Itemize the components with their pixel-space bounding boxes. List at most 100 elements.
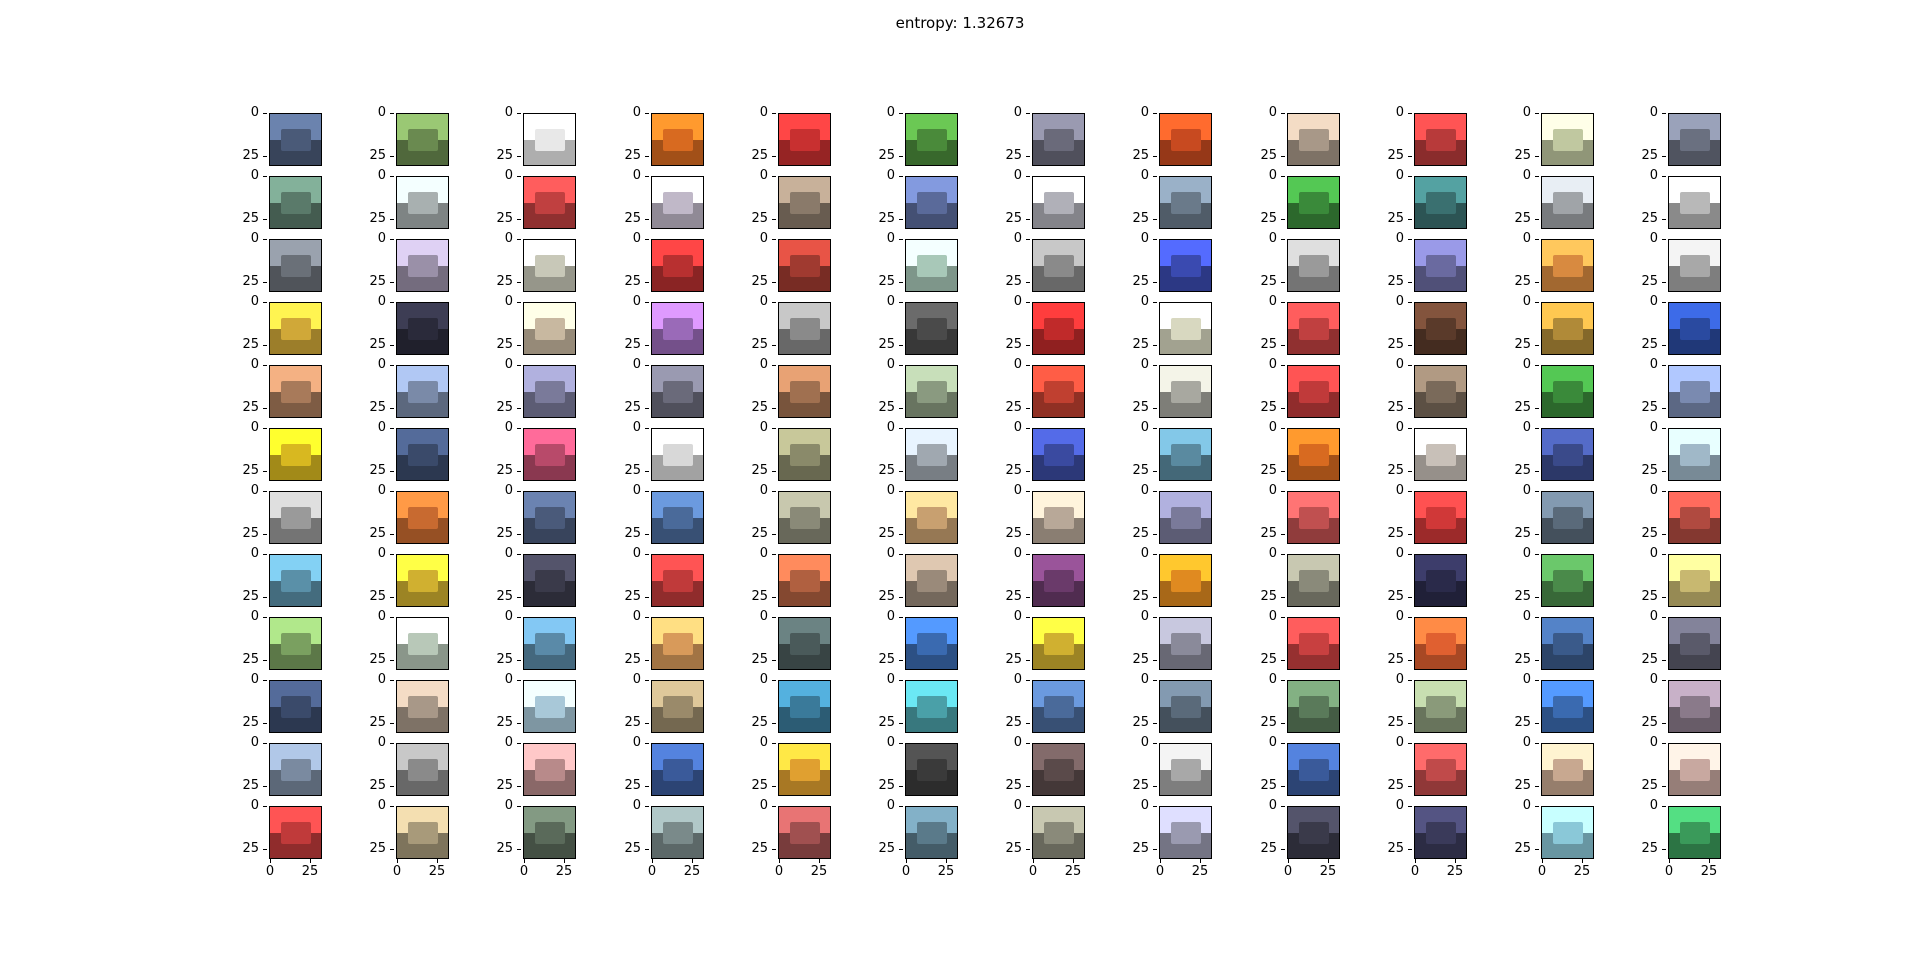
thumbnail-image bbox=[651, 176, 704, 229]
y-tick-label: 0 bbox=[1505, 168, 1539, 183]
thumbnail-grid: 0 25 0 25 0 25 0 25 0 25 0 25 0 25 0 25 0 25 0 25 0 25 0 25 0 25 0… bbox=[0, 0, 1920, 953]
y-tick-label: 25 bbox=[360, 778, 394, 793]
y-tick-label: 25 bbox=[1632, 652, 1666, 667]
image-subplot: 0 25 bbox=[496, 672, 576, 733]
thumbnail-image bbox=[1668, 239, 1721, 292]
y-tick-label: 25 bbox=[360, 337, 394, 352]
y-tick-label: 25 bbox=[487, 526, 521, 541]
thumbnail-image bbox=[1032, 365, 1085, 418]
image-subplot: 0 25 bbox=[1005, 420, 1085, 481]
image-subplot: 0 25 bbox=[1132, 231, 1212, 292]
thumbnail-image bbox=[1414, 302, 1467, 355]
y-tick-label: 0 bbox=[360, 231, 394, 246]
image-subplot: 0 25 bbox=[1260, 105, 1340, 166]
y-tick-label: 0 bbox=[742, 672, 776, 687]
y-tick-label: 0 bbox=[1632, 168, 1666, 183]
thumbnail-image bbox=[778, 491, 831, 544]
thumbnail-image bbox=[1541, 239, 1594, 292]
image-subplot: 0 25 bbox=[1387, 294, 1467, 355]
y-tick-label: 25 bbox=[1123, 211, 1157, 226]
image-subplot: 0 25 0 25 bbox=[624, 798, 704, 879]
y-tick-label: 0 bbox=[1123, 483, 1157, 498]
y-tick-label: 0 bbox=[742, 483, 776, 498]
y-tick-label: 0 bbox=[233, 735, 267, 750]
x-tick-mark bbox=[1542, 859, 1543, 863]
y-tick-label: 0 bbox=[1251, 105, 1285, 120]
thumbnail-image bbox=[1414, 365, 1467, 418]
thumbnail-image bbox=[1287, 680, 1340, 733]
image-subplot: 0 25 bbox=[1514, 672, 1594, 733]
thumbnail-image bbox=[1414, 617, 1467, 670]
image-subplot: 0 25 bbox=[369, 546, 449, 607]
y-tick-label: 25 bbox=[233, 589, 267, 604]
y-tick-label: 0 bbox=[233, 231, 267, 246]
image-subplot: 0 25 0 25 bbox=[1260, 798, 1340, 879]
image-subplot: 0 25 bbox=[1005, 483, 1085, 544]
y-tick-label: 0 bbox=[869, 105, 903, 120]
image-subplot: 0 25 bbox=[1387, 483, 1467, 544]
y-tick-label: 0 bbox=[360, 672, 394, 687]
thumbnail-image bbox=[396, 365, 449, 418]
x-tick-label: 0 bbox=[1155, 864, 1165, 879]
thumbnail-image bbox=[1668, 491, 1721, 544]
y-tick-label: 0 bbox=[1123, 105, 1157, 120]
thumbnail-image bbox=[1032, 743, 1085, 796]
thumbnail-image bbox=[1032, 554, 1085, 607]
image-subplot: 0 25 bbox=[751, 231, 831, 292]
y-tick-label: 0 bbox=[487, 294, 521, 309]
y-tick-label: 0 bbox=[1378, 231, 1412, 246]
x-tick-label: 25 bbox=[1191, 864, 1209, 879]
image-subplot: 0 25 bbox=[369, 357, 449, 418]
y-tick-label: 25 bbox=[615, 148, 649, 163]
thumbnail-image bbox=[1541, 428, 1594, 481]
y-tick-label: 0 bbox=[869, 672, 903, 687]
y-tick-label: 0 bbox=[1251, 546, 1285, 561]
thumbnail-image bbox=[651, 239, 704, 292]
thumbnail-image bbox=[1159, 365, 1212, 418]
thumbnail-image bbox=[1541, 554, 1594, 607]
image-subplot: 0 25 bbox=[242, 420, 322, 481]
y-tick-label: 0 bbox=[869, 420, 903, 435]
y-tick-label: 25 bbox=[1505, 400, 1539, 415]
thumbnail-image bbox=[1287, 554, 1340, 607]
x-tick-mark bbox=[524, 859, 525, 863]
image-subplot: 0 25 bbox=[1260, 168, 1340, 229]
y-tick-label: 25 bbox=[1378, 589, 1412, 604]
y-tick-label: 0 bbox=[1378, 672, 1412, 687]
thumbnail-image bbox=[905, 176, 958, 229]
image-subplot: 0 25 bbox=[242, 168, 322, 229]
y-tick-label: 25 bbox=[233, 274, 267, 289]
y-tick-label: 25 bbox=[869, 337, 903, 352]
thumbnail-image bbox=[905, 554, 958, 607]
image-subplot: 0 25 bbox=[751, 735, 831, 796]
y-tick-label: 25 bbox=[1378, 148, 1412, 163]
image-subplot: 0 25 bbox=[1387, 546, 1467, 607]
y-tick-label: 0 bbox=[1123, 735, 1157, 750]
y-tick-label: 0 bbox=[1505, 798, 1539, 813]
y-tick-label: 0 bbox=[1632, 672, 1666, 687]
thumbnail-image bbox=[1668, 806, 1721, 859]
thumbnail-image bbox=[1541, 302, 1594, 355]
y-tick-label: 25 bbox=[742, 652, 776, 667]
y-tick-label: 25 bbox=[360, 652, 394, 667]
thumbnail-image bbox=[778, 113, 831, 166]
thumbnail-image bbox=[1287, 428, 1340, 481]
y-tick-label: 25 bbox=[233, 463, 267, 478]
x-tick-label: 0 bbox=[1537, 864, 1547, 879]
image-subplot: 0 25 bbox=[751, 294, 831, 355]
thumbnail-image bbox=[1159, 428, 1212, 481]
image-subplot: 0 25 bbox=[1641, 609, 1721, 670]
image-subplot: 0 25 0 25 bbox=[1641, 798, 1721, 879]
thumbnail-image bbox=[523, 113, 576, 166]
image-subplot: 0 25 bbox=[1641, 168, 1721, 229]
y-tick-label: 0 bbox=[1251, 357, 1285, 372]
y-tick-label: 0 bbox=[233, 105, 267, 120]
y-tick-label: 25 bbox=[233, 715, 267, 730]
image-subplot: 0 25 bbox=[624, 294, 704, 355]
image-subplot: 0 25 bbox=[369, 105, 449, 166]
y-tick-label: 25 bbox=[1251, 274, 1285, 289]
y-tick-label: 25 bbox=[1632, 211, 1666, 226]
image-subplot: 0 25 bbox=[1514, 294, 1594, 355]
y-tick-label: 0 bbox=[233, 294, 267, 309]
image-subplot: 0 25 bbox=[624, 672, 704, 733]
